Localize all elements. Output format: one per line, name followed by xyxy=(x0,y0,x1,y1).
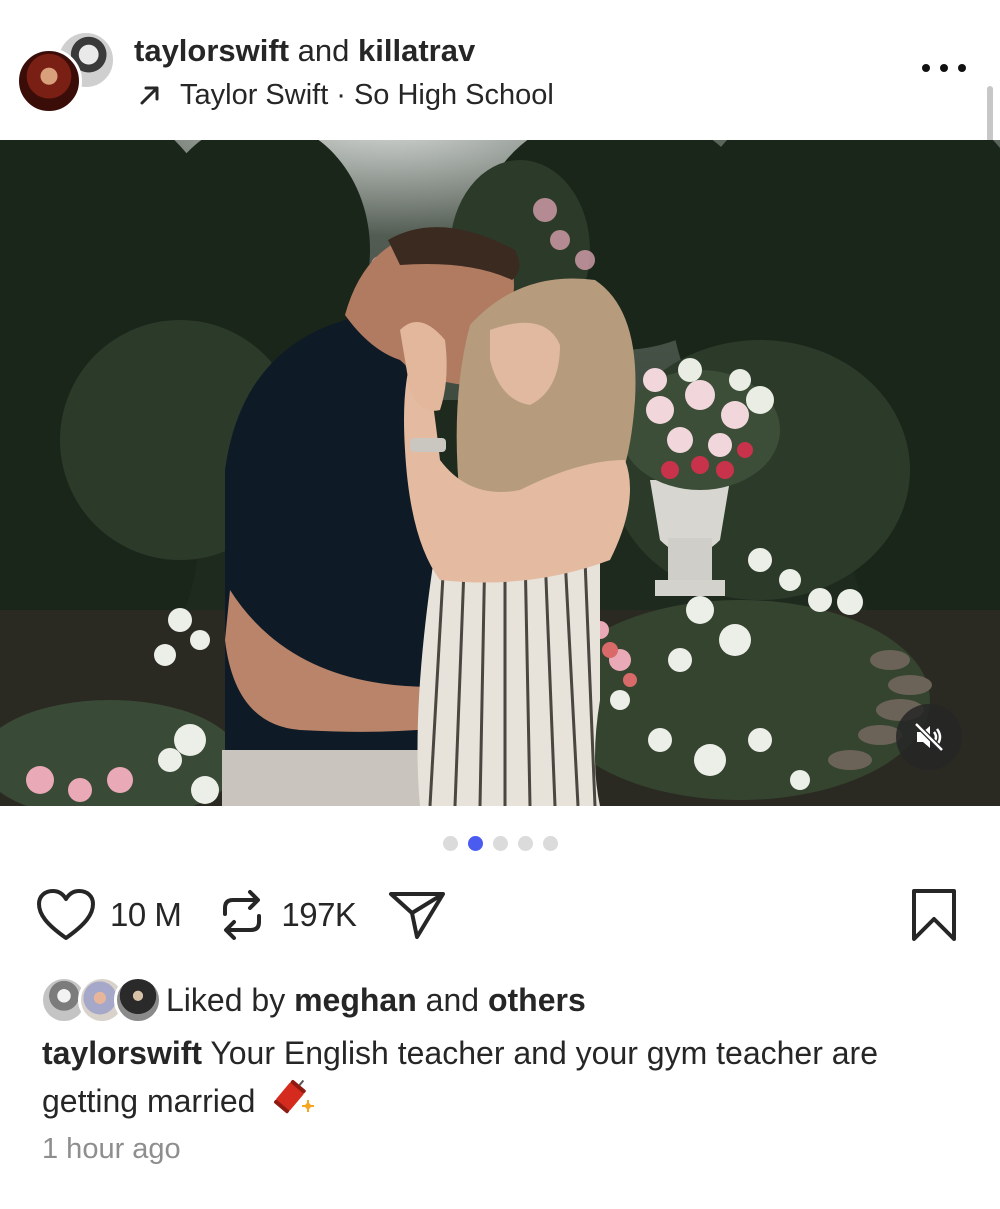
action-bar: 10 M 197K xyxy=(36,884,446,946)
photo-image xyxy=(0,140,1000,806)
firecracker-icon xyxy=(274,1079,315,1114)
post-header: taylorswift and killatrav Taylor Swift ·… xyxy=(0,0,1000,142)
carousel-dot xyxy=(442,836,458,851)
avatar-taylorswift[interactable] xyxy=(16,48,82,114)
like-count: 10 M xyxy=(110,896,182,933)
mute-toggle-button[interactable] xyxy=(896,704,962,770)
liked-by[interactable]: Liked by meghan and others xyxy=(40,975,586,1025)
collab-avatars[interactable] xyxy=(16,26,116,116)
author-joiner: and xyxy=(297,33,350,68)
music-artist: Taylor Swift xyxy=(180,79,329,111)
post-caption: taylorswift Your English teacher and you… xyxy=(42,1033,962,1122)
like-button[interactable]: 10 M xyxy=(36,888,182,942)
share-button[interactable] xyxy=(388,889,446,941)
post-photo[interactable] xyxy=(0,140,1000,806)
repost-count: 197K xyxy=(281,896,357,933)
liker-username[interactable]: meghan xyxy=(294,982,417,1019)
music-separator: · xyxy=(336,79,346,111)
liked-by-others[interactable]: others xyxy=(488,982,586,1019)
ellipsis-icon xyxy=(922,64,930,72)
liked-by-prefix: Liked by xyxy=(166,981,286,1018)
carousel-dot xyxy=(517,836,533,851)
carousel-dot xyxy=(542,836,558,851)
liker-avatars[interactable] xyxy=(40,976,162,1024)
ellipsis-icon xyxy=(940,64,948,72)
arrow-up-right-icon xyxy=(140,86,159,105)
repost-icon xyxy=(223,890,262,940)
music-track: So High School xyxy=(353,79,554,111)
ellipsis-icon xyxy=(958,64,966,72)
save-button[interactable] xyxy=(910,888,958,947)
author-link-killatrav[interactable]: killatrav xyxy=(358,33,475,68)
carousel-dot xyxy=(492,836,508,851)
heart-icon xyxy=(37,889,95,940)
more-options-button[interactable] xyxy=(922,54,966,82)
post-authors: taylorswift and killatrav xyxy=(134,32,475,70)
muted-speaker-icon xyxy=(914,722,944,752)
caption-username[interactable]: taylorswift xyxy=(42,1035,202,1071)
carousel-indicator xyxy=(0,836,1000,851)
scrollbar[interactable] xyxy=(987,86,993,142)
author-link-taylorswift[interactable]: taylorswift xyxy=(134,33,289,68)
post-timestamp[interactable]: 1 hour ago xyxy=(42,1133,181,1166)
avatar xyxy=(114,976,162,1024)
carousel-dot-active xyxy=(467,836,483,851)
liked-by-joiner: and xyxy=(425,981,480,1018)
repost-button[interactable]: 197K xyxy=(217,886,357,944)
send-icon xyxy=(389,892,446,939)
bookmark-icon xyxy=(912,889,956,941)
music-attribution[interactable]: Taylor Swift · So High School xyxy=(134,78,554,112)
